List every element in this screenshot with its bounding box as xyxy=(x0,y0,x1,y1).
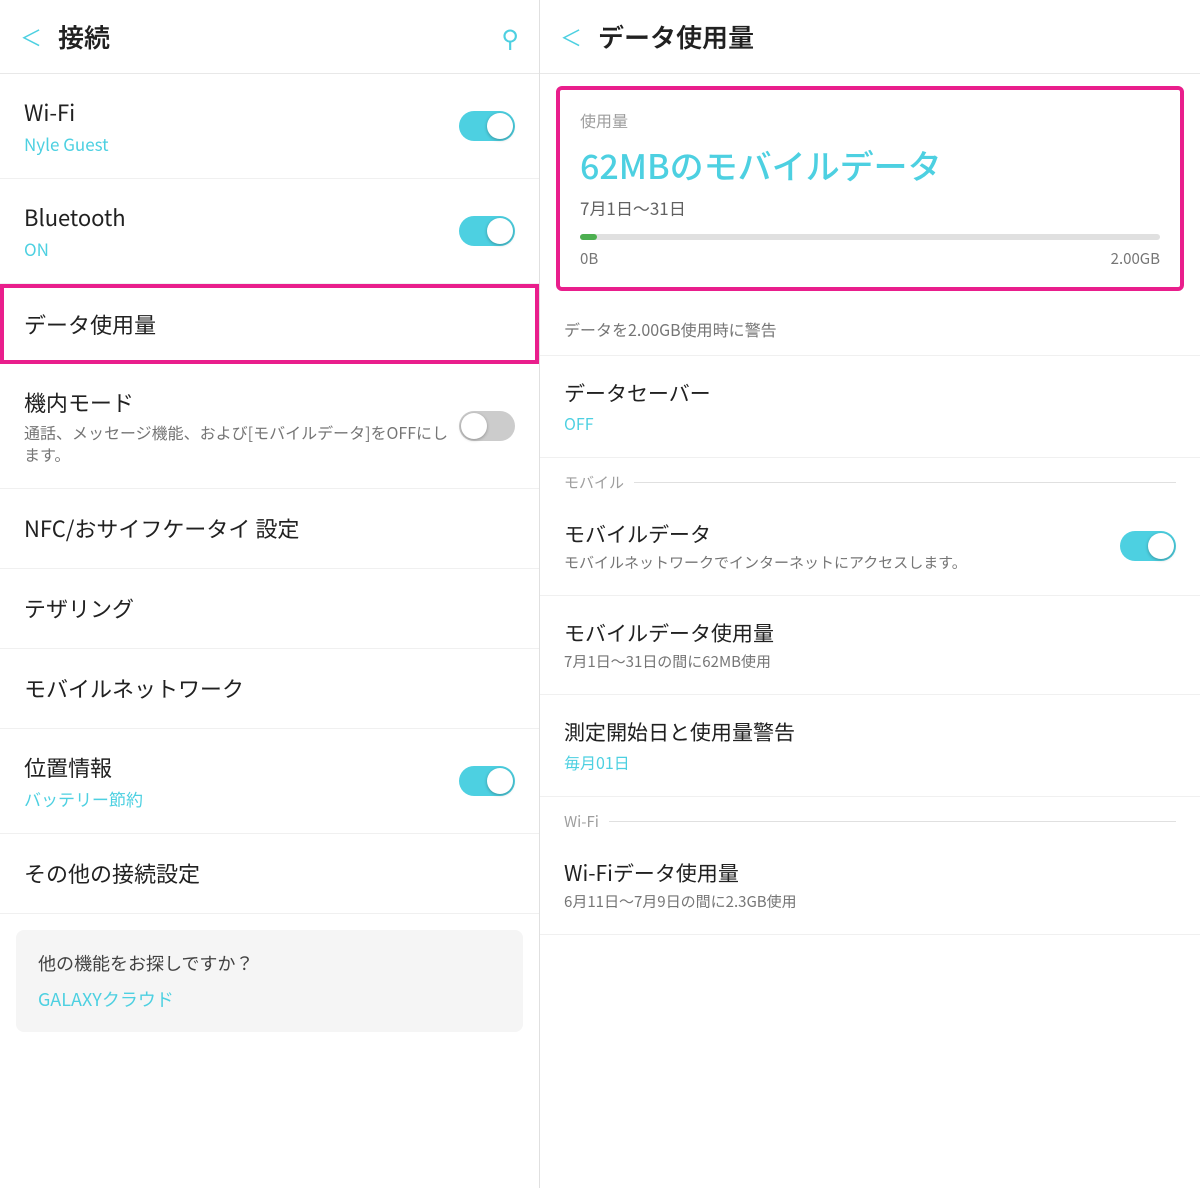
sidebar-item-bluetooth[interactable]: Bluetooth ON xyxy=(0,179,539,284)
left-header: ＜ 接続 ⚲ xyxy=(0,0,539,74)
data-usage-title: データ使用量 xyxy=(24,308,515,340)
search-icon[interactable]: ⚲ xyxy=(501,19,519,54)
right-item-data-saver[interactable]: データセーバー OFF xyxy=(540,356,1200,458)
section-wifi: Wi-Fi xyxy=(540,797,1200,836)
progress-labels: 0B 2.00GB xyxy=(580,248,1160,269)
billing-cycle-title: 測定開始日と使用量警告 xyxy=(564,717,1176,747)
mobile-data-title: モバイルデータ xyxy=(564,519,1120,549)
location-toggle-knob xyxy=(487,768,513,794)
tethering-title: テザリング xyxy=(24,592,515,624)
billing-cycle-subtitle: 毎月01日 xyxy=(564,750,1176,774)
wifi-data-usage-desc: 6月11日〜7月9日の間に2.3GB使用 xyxy=(564,891,1176,912)
mobile-data-toggle-knob xyxy=(1148,533,1174,559)
right-item-mobile-data[interactable]: モバイルデータ モバイルネットワークでインターネットにアクセスします。 xyxy=(540,497,1200,596)
airplane-toggle[interactable] xyxy=(459,411,515,441)
bottom-card-title: 他の機能をお探しですか？ xyxy=(38,950,501,976)
mobile-data-usage-title: モバイルデータ使用量 xyxy=(564,618,1176,648)
wifi-data-usage-title: Wi-Fiデータ使用量 xyxy=(564,858,1176,888)
wifi-subtitle: Nyle Guest xyxy=(24,131,459,156)
progress-max-label: 2.00GB xyxy=(1111,248,1160,269)
left-back-button[interactable]: ＜ xyxy=(20,21,42,53)
location-subtitle: バッテリー節約 xyxy=(24,786,459,811)
location-title: 位置情報 xyxy=(24,751,459,783)
data-saver-title: データセーバー xyxy=(564,378,1176,408)
data-usage-progress-bar xyxy=(580,234,1160,240)
sidebar-item-data-usage[interactable]: データ使用量 xyxy=(0,284,539,364)
bluetooth-toggle-knob xyxy=(487,218,513,244)
location-toggle[interactable] xyxy=(459,766,515,796)
mobile-data-toggle[interactable] xyxy=(1120,531,1176,561)
sidebar-item-wifi[interactable]: Wi-Fi Nyle Guest xyxy=(0,74,539,179)
left-panel-title: 接続 xyxy=(58,18,501,55)
galaxy-cloud-link[interactable]: GALAXYクラウド xyxy=(38,986,501,1012)
right-panel: ＜ データ使用量 使用量 62MBのモバイルデータ 7月1日〜31日 0B 2.… xyxy=(540,0,1200,1188)
left-settings-list: Wi-Fi Nyle Guest Bluetooth ON データ使用量 xyxy=(0,74,539,1188)
data-usage-progress-fill xyxy=(580,234,597,240)
right-header: ＜ データ使用量 xyxy=(540,0,1200,74)
right-settings-list: データセーバー OFF モバイル モバイルデータ モバイルネットワークでインター… xyxy=(540,356,1200,1188)
data-usage-amount: 62MBのモバイルデータ xyxy=(580,140,1160,189)
mobile-network-title: モバイルネットワーク xyxy=(24,672,515,704)
right-item-mobile-data-usage[interactable]: モバイルデータ使用量 7月1日〜31日の間に62MB使用 xyxy=(540,596,1200,695)
mobile-data-desc: モバイルネットワークでインターネットにアクセスします。 xyxy=(564,552,1120,573)
bottom-card: 他の機能をお探しですか？ GALAXYクラウド xyxy=(16,930,523,1032)
bluetooth-title: Bluetooth xyxy=(24,201,459,233)
sidebar-item-airplane[interactable]: 機内モード 通話、メッセージ機能、および[モバイルデータ]をOFFにします。 xyxy=(0,364,539,489)
sidebar-item-other[interactable]: その他の接続設定 xyxy=(0,834,539,914)
wifi-toggle[interactable] xyxy=(459,111,515,141)
left-panel: ＜ 接続 ⚲ Wi-Fi Nyle Guest Bluetooth ON xyxy=(0,0,540,1188)
right-panel-title: データ使用量 xyxy=(598,18,1180,55)
sidebar-item-location[interactable]: 位置情報 バッテリー節約 xyxy=(0,729,539,834)
section-mobile: モバイル xyxy=(540,458,1200,497)
bluetooth-subtitle: ON xyxy=(24,236,459,261)
right-item-billing-cycle[interactable]: 測定開始日と使用量警告 毎月01日 xyxy=(540,695,1200,797)
sidebar-item-tethering[interactable]: テザリング xyxy=(0,569,539,649)
wifi-toggle-knob xyxy=(487,113,513,139)
sidebar-item-mobile-network[interactable]: モバイルネットワーク xyxy=(0,649,539,729)
wifi-title: Wi-Fi xyxy=(24,96,459,128)
right-item-wifi-data-usage[interactable]: Wi-Fiデータ使用量 6月11日〜7月9日の間に2.3GB使用 xyxy=(540,836,1200,935)
data-saver-subtitle: OFF xyxy=(564,411,1176,435)
right-back-button[interactable]: ＜ xyxy=(560,21,582,53)
airplane-title: 機内モード xyxy=(24,386,459,418)
nfc-title: NFC/おサイフケータイ 設定 xyxy=(24,512,515,544)
sidebar-item-nfc[interactable]: NFC/おサイフケータイ 設定 xyxy=(0,489,539,569)
airplane-desc: 通話、メッセージ機能、および[モバイルデータ]をOFFにします。 xyxy=(24,421,459,466)
progress-min-label: 0B xyxy=(580,248,598,269)
data-warning-text: データを2.00GB使用時に警告 xyxy=(540,303,1200,356)
other-title: その他の接続設定 xyxy=(24,857,515,889)
data-usage-card: 使用量 62MBのモバイルデータ 7月1日〜31日 0B 2.00GB xyxy=(556,86,1184,291)
usage-section-label: 使用量 xyxy=(580,108,1160,132)
data-usage-period: 7月1日〜31日 xyxy=(580,195,1160,220)
airplane-toggle-knob xyxy=(461,413,487,439)
mobile-data-usage-desc: 7月1日〜31日の間に62MB使用 xyxy=(564,651,1176,672)
bluetooth-toggle[interactable] xyxy=(459,216,515,246)
